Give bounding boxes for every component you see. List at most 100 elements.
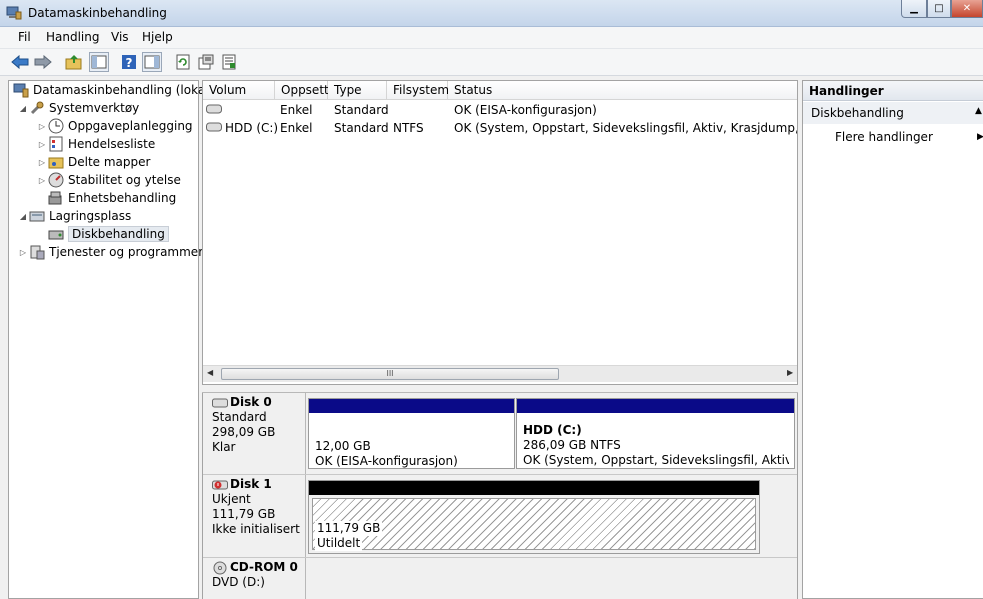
up-folder-icon[interactable]	[64, 52, 84, 72]
show-hide-action-pane-icon[interactable]	[142, 52, 162, 72]
tree-item-tjenester[interactable]: ▷ Tjenester og programmer	[17, 243, 203, 261]
drive-icon	[212, 398, 228, 407]
cell-oppsett: Enkel	[280, 121, 313, 135]
volume-list: Volum Oppsett Type Filsystem Status Enke…	[202, 80, 798, 385]
services-icon	[30, 245, 45, 260]
back-arrow-icon[interactable]	[10, 52, 30, 72]
scrollbar-thumb[interactable]: III	[221, 368, 559, 380]
tree-item-stabilitet[interactable]: ▷ Stabilitet og ytelse	[36, 171, 181, 189]
tree-item-label: Oppgaveplanlegging	[68, 119, 193, 133]
tree-item-systemverktoy[interactable]: ◢ Systemverktøy	[17, 99, 139, 117]
expand-arrow-icon[interactable]: ▷	[36, 176, 48, 185]
disk-state: Klar	[212, 440, 236, 454]
export-list-icon[interactable]	[219, 52, 239, 72]
disk-size: 298,09 GB	[212, 425, 276, 439]
disk-name: CD-ROM 0	[230, 560, 298, 574]
menu-hjelp[interactable]: Hjelp	[142, 30, 173, 44]
expand-arrow-icon[interactable]: ▷	[36, 122, 48, 131]
computer-management-icon	[13, 83, 29, 98]
disk-row: Disk 0 Standard 298,09 GB Klar 12,00 GB …	[203, 393, 797, 475]
cell-type: Standard	[334, 103, 389, 117]
column-header-volum[interactable]: Volum	[203, 81, 275, 100]
tree-item-label: Delte mapper	[68, 155, 151, 169]
forward-arrow-icon[interactable]	[33, 52, 53, 72]
partition-hdd-c[interactable]: HDD (C:) 286,09 GB NTFS OK (System, Opps…	[516, 398, 795, 469]
help-icon[interactable]: ?	[119, 52, 139, 72]
partition-status: Utildelt	[315, 536, 363, 551]
column-header-type[interactable]: Type	[328, 81, 387, 100]
partition-title: HDD (C:)	[523, 423, 582, 437]
scroll-left-icon[interactable]: ◀	[207, 368, 213, 377]
column-header-status[interactable]: Status	[448, 81, 797, 100]
horizontal-scrollbar[interactable]: ◀ III ▶	[203, 365, 797, 382]
cell-status: OK (System, Oppstart, Sidevekslingsfil, …	[454, 121, 797, 135]
partition-unallocated[interactable]: 111,79 GB Utildelt	[308, 480, 760, 554]
show-hide-tree-icon[interactable]	[89, 52, 109, 72]
disk-label[interactable]: CD-ROM 0 DVD (D:)	[203, 558, 306, 599]
disk-size: 111,79 GB	[212, 507, 276, 521]
collapse-arrow-icon[interactable]: ◢	[17, 212, 29, 221]
actions-section-diskbehandling[interactable]: Diskbehandling ▲	[803, 102, 983, 124]
collapse-up-icon[interactable]: ▲	[975, 106, 982, 116]
partition-bar	[309, 399, 514, 413]
action-more-actions[interactable]: Flere handlinger	[835, 130, 933, 144]
performance-icon	[48, 172, 64, 188]
tree-item-delte-mapper[interactable]: ▷ Delte mapper	[36, 153, 151, 171]
cell-volum: HDD (C:)	[225, 121, 279, 135]
minimize-button[interactable]: ▁	[901, 0, 927, 18]
close-button[interactable]: ✕	[951, 0, 983, 18]
pane-splitter[interactable]	[202, 385, 798, 393]
disk-row: CD-ROM 0 DVD (D:)	[203, 558, 797, 599]
title-bar[interactable]: Datamaskinbehandling ▁ □ ✕	[0, 0, 983, 27]
menu-handling[interactable]: Handling	[46, 30, 100, 44]
tree-item-oppgaveplanlegging[interactable]: ▷ Oppgaveplanlegging	[36, 117, 193, 135]
maximize-button[interactable]: □	[927, 0, 951, 18]
partition-size: 12,00 GB	[315, 439, 371, 453]
partition-size: 286,09 GB NTFS	[523, 438, 621, 452]
action-label: Flere handlinger	[835, 130, 933, 144]
cd-rom-icon	[213, 561, 227, 574]
event-viewer-icon	[49, 136, 63, 152]
scroll-right-icon[interactable]: ▶	[787, 368, 793, 377]
disk-label[interactable]: Disk 0 Standard 298,09 GB Klar	[203, 393, 306, 474]
expand-arrow-icon[interactable]: ▷	[17, 248, 29, 257]
partition-status: OK (System, Oppstart, Sidevekslingsfil, …	[523, 453, 789, 467]
column-header-filsystem[interactable]: Filsystem	[387, 81, 449, 100]
tree-item-label: Diskbehandling	[68, 226, 169, 242]
disk-state: Ikke initialisert	[212, 522, 300, 536]
refresh-icon[interactable]	[173, 52, 193, 72]
device-manager-icon	[48, 191, 62, 205]
expand-arrow-icon[interactable]: ▷	[36, 158, 48, 167]
actions-header: Handlinger	[803, 81, 983, 101]
partition-bar	[309, 481, 759, 495]
tools-icon	[30, 101, 44, 115]
computer-management-icon	[6, 6, 22, 20]
tree-item-diskbehandling[interactable]: Diskbehandling	[48, 225, 169, 243]
menu-fil[interactable]: Fil	[18, 30, 31, 44]
properties-icon[interactable]	[196, 52, 216, 72]
partition-eisa[interactable]: 12,00 GB OK (EISA-konfigurasjon)	[308, 398, 515, 469]
disk-label[interactable]: Disk 1 Ukjent 111,79 GB Ikke initialiser…	[203, 475, 306, 557]
partition-size: 111,79 GB	[315, 521, 383, 536]
collapse-arrow-icon[interactable]: ◢	[17, 104, 29, 113]
menu-bar: Fil Handling Vis Hjelp	[0, 27, 983, 49]
tree-item-hendelsesliste[interactable]: ▷ Hendelsesliste	[36, 135, 155, 153]
disk-type: DVD (D:)	[212, 575, 265, 589]
disk-type: Ukjent	[212, 492, 251, 506]
disk-management-icon	[48, 230, 64, 240]
cell-type: Standard	[334, 121, 389, 135]
disk-name: Disk 1	[230, 477, 272, 491]
console-tree: Datamaskinbehandling (lokal) ◢ Systemver…	[8, 80, 213, 599]
disk-type: Standard	[212, 410, 267, 424]
tree-item-enhetsbehandling[interactable]: Enhetsbehandling	[48, 189, 176, 207]
expand-arrow-icon[interactable]: ▷	[36, 140, 48, 149]
menu-vis[interactable]: Vis	[111, 30, 129, 44]
cell-status: OK (EISA-konfigurasjon)	[454, 103, 597, 117]
storage-icon	[29, 211, 45, 222]
tree-item-label: Hendelsesliste	[68, 137, 156, 151]
tree-item-lagringsplass[interactable]: ◢ Lagringsplass	[17, 207, 131, 225]
column-header-oppsett[interactable]: Oppsett	[275, 81, 329, 100]
submenu-arrow-icon: ▶	[977, 132, 983, 142]
shared-folder-icon	[48, 157, 64, 169]
tree-item-computer-management[interactable]: Datamaskinbehandling (lokal)	[13, 81, 213, 99]
